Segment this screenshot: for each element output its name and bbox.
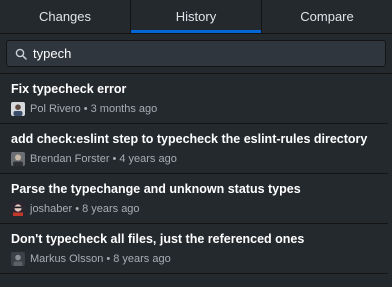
search-area: [0, 34, 392, 74]
tab-changes[interactable]: Changes: [0, 0, 131, 33]
scrollbar[interactable]: [388, 74, 392, 287]
tab-changes-label: Changes: [38, 9, 92, 24]
search-input[interactable]: [33, 46, 377, 61]
avatar: [11, 202, 25, 216]
commit-title: Fix typecheck error: [11, 82, 127, 96]
commit-author: Markus Olsson: [30, 253, 104, 265]
commit-title: Parse the typechange and unknown status …: [11, 182, 301, 196]
commit-list-item[interactable]: Parse the typechange and unknown status …: [0, 174, 392, 224]
search-box[interactable]: [6, 40, 386, 67]
tab-bar: Changes History Compare: [0, 0, 392, 34]
tab-history-label: History: [175, 9, 217, 24]
commit-meta: Brendan Forster • 4 years ago: [11, 152, 381, 166]
commit-list-item[interactable]: Fix typecheck error Pol Rivero • 3 month…: [0, 74, 392, 124]
commit-list: Fix typecheck error Pol Rivero • 3 month…: [0, 74, 392, 287]
avatar: [11, 102, 25, 116]
commit-time: 3 months ago: [90, 103, 158, 115]
tab-history[interactable]: History: [131, 0, 262, 33]
commit-time: 4 years ago: [119, 153, 177, 165]
commit-title: add check:eslint step to typecheck the e…: [11, 132, 368, 146]
commit-meta: Markus Olsson • 8 years ago: [11, 252, 381, 266]
tab-compare-label: Compare: [300, 9, 354, 24]
avatar: [11, 252, 25, 266]
commit-author: joshaber: [30, 203, 73, 215]
commit-title: Don't typecheck all files, just the refe…: [11, 232, 305, 246]
commit-list-item[interactable]: Don't typecheck all files, just the refe…: [0, 224, 392, 274]
commit-author: Brendan Forster: [30, 153, 110, 165]
avatar: [11, 152, 25, 166]
commit-meta: Pol Rivero • 3 months ago: [11, 102, 381, 116]
commit-list-item[interactable]: add check:eslint step to typecheck the e…: [0, 124, 392, 174]
commit-author: Pol Rivero: [30, 103, 81, 115]
commit-time: 8 years ago: [82, 203, 140, 215]
commit-meta: joshaber • 8 years ago: [11, 202, 381, 216]
search-icon: [15, 48, 27, 60]
tab-compare[interactable]: Compare: [262, 0, 392, 33]
commit-time: 8 years ago: [113, 253, 171, 265]
history-panel: Changes History Compare Fix typecheck er…: [0, 0, 392, 287]
